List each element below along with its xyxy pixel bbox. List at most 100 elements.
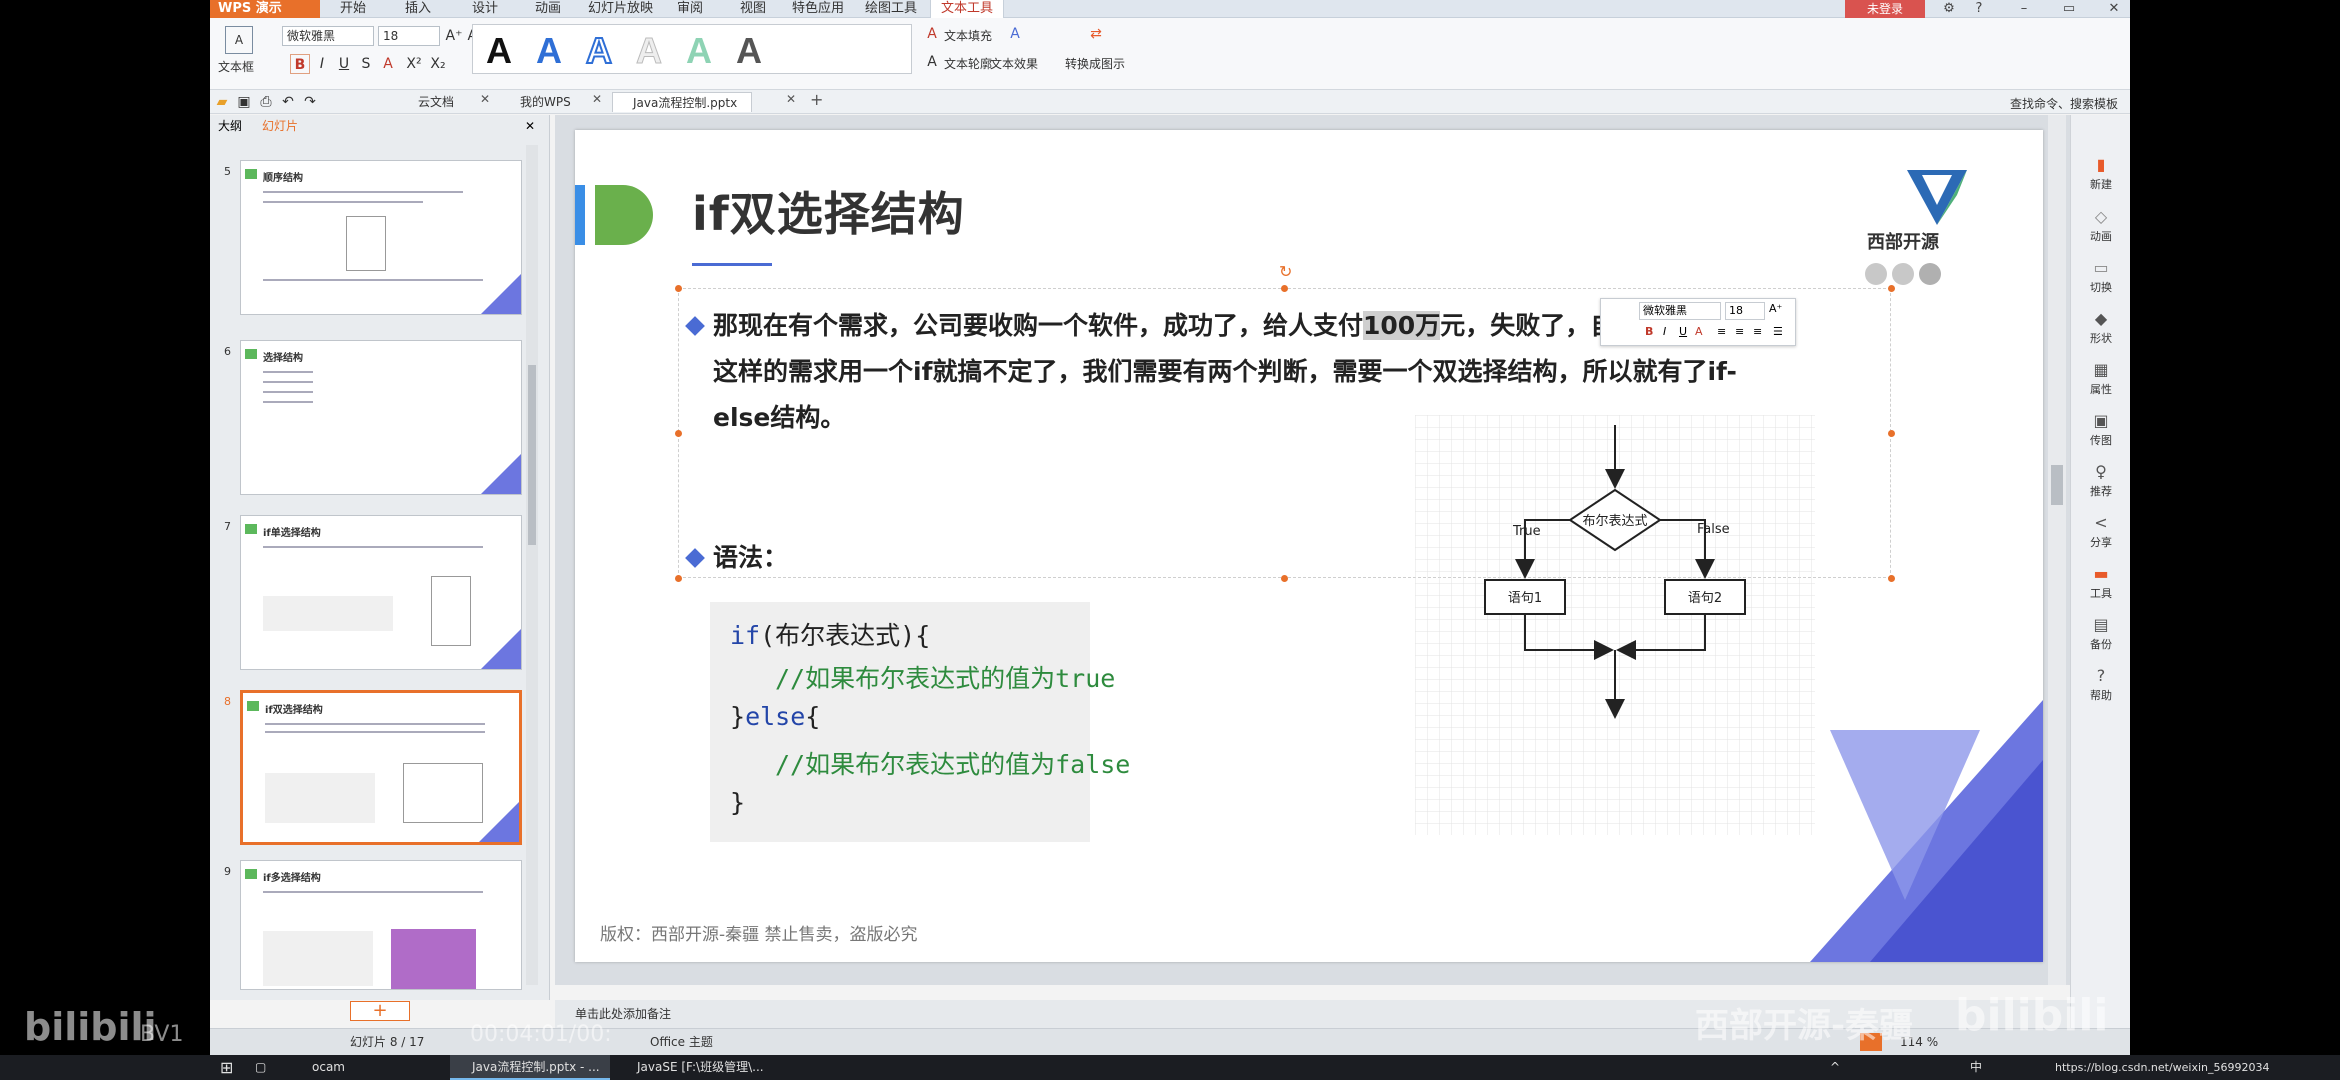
scroll-thumb[interactable] [528,365,536,545]
add-slide-button[interactable]: + [350,1001,410,1021]
menu-slideshow[interactable]: 幻灯片放映 [588,0,653,18]
slide-thumbnail-6[interactable]: 选择结构 [240,340,522,495]
redo-icon[interactable]: ↷ [300,92,320,112]
bold-icon[interactable]: B [1645,325,1653,338]
font-color-icon[interactable]: A [1695,325,1703,338]
menu-animation[interactable]: 动画 [535,0,561,18]
minimize-icon[interactable]: – [2010,0,2038,18]
restore-icon[interactable]: ▭ [2055,0,2083,18]
menu-text-tools[interactable]: 文本工具 [930,0,1005,18]
tab-outline[interactable]: 大纲 [218,115,242,137]
italic-icon[interactable]: I [312,54,332,74]
search-command[interactable]: 查找命令、搜索模板 [2010,95,2118,112]
art-style-outline[interactable]: A [585,29,613,72]
art-style-gray[interactable]: A [736,30,762,72]
resize-handle[interactable] [1888,575,1895,582]
syntax-label[interactable]: 语法： [713,535,788,581]
font-size-select[interactable]: 18 [378,26,440,46]
menu-insert[interactable]: 插入 [405,0,431,18]
text-fill-button[interactable]: 文本填充 [944,27,992,44]
panel-close-icon[interactable]: ✕ [525,115,535,137]
convert-diagram-icon[interactable]: ⇄ [1086,24,1106,44]
floating-format-toolbar[interactable]: 微软雅黑 18 A⁺ B I U A ≡ ≡ ≡ ☰ [1600,298,1796,346]
ime-indicator[interactable]: 中 [1970,1055,1982,1080]
font-name-select[interactable]: 微软雅黑 [282,26,374,46]
strike-icon[interactable]: S [356,54,376,74]
sidebar-new[interactable]: ▮ 新建 [2071,155,2130,192]
editor-vertical-scrollbar[interactable] [2048,115,2066,985]
menu-view[interactable]: 视图 [740,0,766,18]
tab-java-pptx[interactable]: Java流程控制.pptx [612,92,752,112]
resize-handle[interactable] [675,430,682,437]
wps-app-button[interactable]: WPS 演示 [210,0,320,18]
tab-my-wps[interactable]: 我的WPS [500,92,600,112]
font-color-icon[interactable]: A [378,54,398,74]
sidebar-animation[interactable]: ◇ 动画 [2071,207,2130,244]
new-tab-icon[interactable]: + [810,90,823,109]
menu-review[interactable]: 审阅 [677,0,703,18]
sidebar-tools[interactable]: ▬ 工具 [2071,564,2130,601]
tab-close-icon[interactable]: ✕ [592,92,602,106]
resize-handle[interactable] [675,285,682,292]
resize-handle[interactable] [675,575,682,582]
text-fill-icon[interactable]: A [922,24,942,44]
underline-icon[interactable]: U [1679,325,1687,338]
save-icon[interactable]: ▣ [234,92,254,112]
text-outline-button[interactable]: 文本轮廓 [944,55,992,72]
flowchart-diagram[interactable]: 布尔表达式 True False 语句1 语句2 [1415,415,1815,835]
close-icon[interactable]: ✕ [2100,0,2128,18]
taskbar-wps[interactable]: Java流程控制.pptx - ... [450,1055,610,1080]
tab-close-icon[interactable]: ✕ [786,92,796,106]
align-center-icon[interactable]: ≡ [1735,325,1744,338]
text-outline-icon[interactable]: A [922,52,942,72]
align-left-icon[interactable]: ≡ [1717,325,1726,338]
sidebar-backup[interactable]: ▤ 备份 [2071,615,2130,652]
thumbnail-scrollbar[interactable] [526,145,538,985]
convert-diagram-button[interactable]: 转换成图示 [1065,55,1125,72]
art-style-blue[interactable]: A [536,30,562,72]
sidebar-transition[interactable]: ▭ 切换 [2071,258,2130,295]
print-icon[interactable]: ⎙ [256,92,276,112]
undo-icon[interactable]: ↶ [278,92,298,112]
sidebar-recommend[interactable]: ♀ 推荐 [2071,462,2130,499]
slide-thumbnail-7[interactable]: if单选择结构 [240,515,522,670]
resize-handle[interactable] [1888,430,1895,437]
folder-icon[interactable]: ▰ [212,92,232,112]
textbox-label[interactable]: 文本框 [218,58,254,75]
slide-thumbnail-9[interactable]: if多选择结构 [240,860,522,990]
rotate-handle-icon[interactable]: ↻ [1279,262,1292,281]
art-style-light[interactable]: A [636,30,663,72]
textbox-icon[interactable]: A [225,26,253,54]
resize-handle[interactable] [1281,285,1288,292]
tab-close-icon[interactable]: ✕ [480,92,490,106]
resize-handle[interactable] [1888,285,1895,292]
taskbar-idea[interactable]: JavaSE [F:\班级管理\... [615,1055,775,1080]
slide-canvas[interactable]: if双选择结构 西部开源 ↻ 那现在有个需求，公司要收购一个软件，成功了，给人支 [575,130,2043,962]
sidebar-upload-image[interactable]: ▣ 传图 [2071,411,2130,448]
subscript-icon[interactable]: X₂ [428,54,448,74]
code-block[interactable]: if(布尔表达式){ //如果布尔表达式的值为true }else{ //如果布… [710,602,1130,842]
minibar-size-select[interactable]: 18 [1725,302,1765,320]
art-style-green[interactable]: A [686,30,712,72]
art-style-black[interactable]: A [486,30,512,72]
scroll-thumb[interactable] [2051,465,2063,505]
grow-font-icon[interactable]: A⁺ [444,26,464,46]
italic-icon[interactable]: I [1663,325,1666,338]
paragraph-line-2[interactable]: 这样的需求用一个if就搞不定了，我们需要有两个判断，需要一个双选择结构，所以就有… [713,349,1737,395]
menu-draw-tools[interactable]: 绘图工具 [865,0,917,18]
slide-title[interactable]: if双选择结构 [692,178,965,244]
underline-icon[interactable]: U [334,54,354,74]
sidebar-properties[interactable]: ▦ 属性 [2071,360,2130,397]
align-right-icon[interactable]: ≡ [1753,325,1762,338]
paragraph-line-3[interactable]: else结构。 [713,395,845,441]
tab-slides[interactable]: 幻灯片 [262,115,298,137]
taskbar-ocam[interactable]: ocam [290,1055,430,1080]
sidebar-shape[interactable]: ◆ 形状 [2071,309,2130,346]
grow-font-icon[interactable]: A⁺ [1769,302,1782,315]
superscript-icon[interactable]: X² [404,54,424,74]
sidebar-share[interactable]: < 分享 [2071,513,2130,550]
windows-start-icon[interactable]: ⊞ [220,1055,233,1080]
menu-design[interactable]: 设计 [472,0,498,18]
tray-chevron-icon[interactable]: ^ [1830,1055,1840,1080]
login-button[interactable]: 未登录 [1845,0,1925,18]
